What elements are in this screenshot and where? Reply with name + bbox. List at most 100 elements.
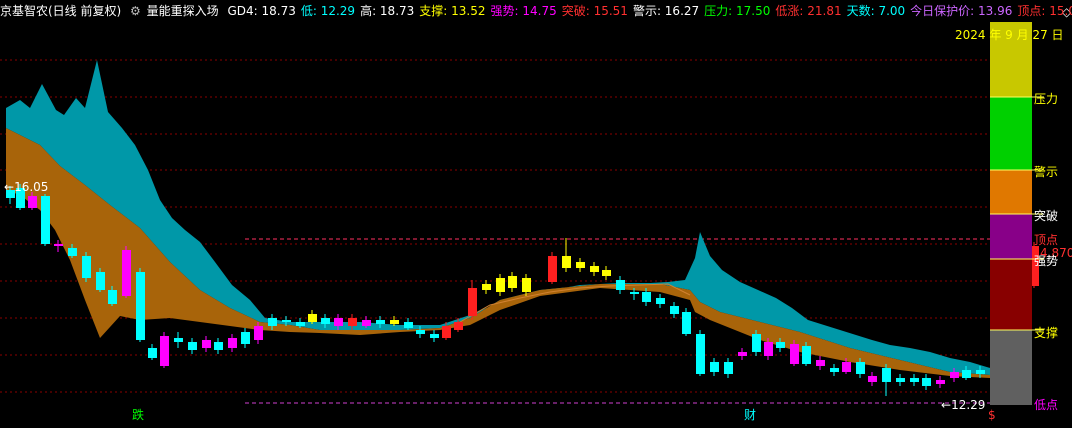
candlestick [416, 330, 425, 334]
level-segment [990, 330, 1032, 405]
candlestick [776, 342, 785, 348]
candlestick [842, 362, 851, 372]
candlestick [254, 326, 263, 340]
candlestick [738, 352, 747, 356]
candlestick [936, 380, 945, 384]
candlestick [868, 376, 877, 382]
level-segment [990, 259, 1032, 330]
candlestick [856, 362, 865, 374]
candlestick [108, 290, 117, 304]
cai-signal: 财 [744, 408, 757, 422]
indicator-field-0: GD4: 18.73 [227, 4, 296, 18]
candlestick [548, 256, 557, 282]
candlestick [752, 334, 761, 352]
candlestick [68, 248, 77, 256]
candlestick [268, 318, 277, 326]
dollar-signal: $ [988, 408, 996, 422]
low-price-marker: ←12.29 [941, 398, 986, 412]
candlestick [321, 318, 330, 324]
candlestick [910, 378, 919, 382]
level-segment [990, 170, 1032, 214]
candlestick [28, 196, 37, 208]
indicator-field-3: 支撑: 13.52 [419, 4, 486, 18]
high-price-marker: ←16.05 [4, 180, 49, 194]
candlestick [308, 314, 317, 322]
candlestick [816, 360, 825, 366]
candlestick [160, 336, 169, 366]
candlestick [188, 342, 197, 350]
candlestick [334, 318, 343, 326]
level-label-breakout: 突破 [1034, 209, 1059, 223]
candlestick [362, 320, 371, 326]
candlestick [468, 288, 477, 316]
indicator-field-11: 顶点: 15.08 [1017, 4, 1072, 18]
candlestick [390, 320, 399, 324]
candlestick [882, 368, 891, 382]
candlestick [454, 322, 463, 330]
candlestick [202, 340, 211, 348]
candlestick [790, 344, 799, 364]
candlestick [122, 250, 131, 296]
indicator-field-8: 低涨: 21.81 [775, 4, 842, 18]
indicator-field-9: 天数: 7.00 [846, 4, 906, 18]
candlestick [724, 362, 733, 374]
candlestick [136, 272, 145, 340]
level-segment [990, 214, 1032, 259]
candlestick [82, 256, 91, 278]
candlestick [522, 278, 531, 292]
candlestick [442, 326, 451, 338]
candlestick [710, 362, 719, 372]
candlestick [682, 312, 691, 334]
indicator-field-6: 警示: 16.27 [632, 4, 700, 18]
candlestick [976, 370, 985, 374]
candlestick [404, 322, 413, 328]
candlestick [54, 244, 63, 246]
level-label-peak: 顶点 [1034, 233, 1059, 247]
candlestick [950, 372, 959, 378]
level-label-pressure: 压力 [1034, 92, 1059, 106]
indicator-field-7: 压力: 17.50 [704, 4, 771, 18]
candlestick [602, 270, 611, 276]
candlestick [376, 320, 385, 324]
candlestick [802, 346, 811, 364]
candlestick [962, 370, 971, 378]
candlestick [656, 298, 665, 304]
candlestick [174, 338, 183, 342]
indicator-field-5: 突破: 15.51 [561, 4, 628, 18]
indicator-name[interactable]: 量能重探入场 [147, 4, 219, 18]
stock-title[interactable]: 京基智农(日线 前复权) [0, 4, 121, 18]
indicator-field-4: 强势: 14.75 [490, 4, 557, 18]
indicator-field-10: 今日保护价: 13.96 [910, 4, 1013, 18]
candlestick [430, 334, 439, 338]
candlestick [764, 342, 773, 356]
indicator-field-1: 低: 12.29 [300, 4, 356, 18]
level-label-strong: 强势 [1034, 254, 1059, 268]
candlestick [616, 280, 625, 290]
candlestick [830, 368, 839, 372]
kline-chart[interactable]: ◇ [0, 0, 1072, 428]
candlestick [922, 378, 931, 386]
candlestick [482, 284, 491, 290]
candlestick [214, 342, 223, 350]
date-label: 2024 年 9 月 27 日 [955, 28, 1064, 42]
level-label-warning: 警示 [1034, 165, 1059, 179]
candlestick [41, 196, 50, 244]
settings-icon[interactable]: ⚙ [130, 4, 141, 18]
candlestick [148, 348, 157, 358]
indicator-field-2: 高: 18.73 [360, 4, 415, 18]
candlestick [590, 266, 599, 272]
candlestick [630, 292, 639, 294]
candlestick [282, 320, 291, 322]
level-label-support: 支撑 [1034, 326, 1059, 340]
candlestick [670, 306, 679, 314]
candlestick [642, 292, 651, 302]
candlestick [228, 338, 237, 348]
candlestick [896, 378, 905, 382]
candlestick [576, 262, 585, 268]
candlestick [562, 256, 571, 268]
candlestick [241, 332, 250, 344]
level-label-low: 低点 [1034, 398, 1059, 412]
candlestick [696, 334, 705, 374]
indicator-header: 京基智农(日线 前复权) ⚙ 量能重探入场 GD4: 18.73 低: 12.29… [0, 0, 1072, 22]
resistance-band [6, 60, 990, 375]
